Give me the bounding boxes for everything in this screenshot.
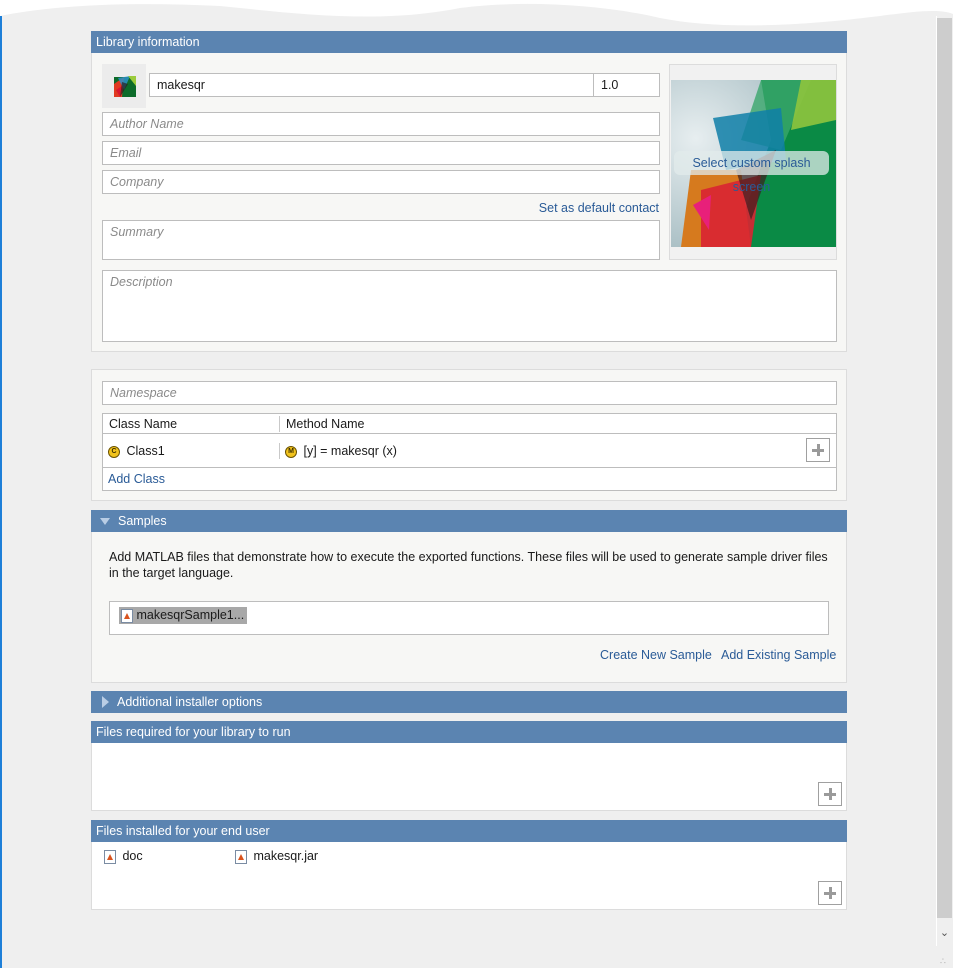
scrollbar-thumb[interactable] [937,18,952,918]
additional-installer-options-header[interactable]: Additional installer options [91,691,847,713]
add-method-button[interactable] [806,438,830,462]
author-name-input[interactable]: Author Name [102,112,660,136]
set-default-contact-link[interactable]: Set as default contact [539,201,659,215]
class-method-table: Class Name Method Name C Class1 M [y] = … [102,413,837,491]
class-definition-section: Namespace Class Name Method Name C Class… [91,369,847,501]
add-installed-file-button[interactable] [818,881,842,905]
library-information-section: Library information makesqr 1.0 Author N… [91,31,847,352]
column-header-method-name: Method Name [286,417,365,431]
samples-file-list[interactable]: makesqrSample1... [109,601,829,635]
create-new-sample-link[interactable]: Create New Sample [600,648,712,662]
files-installed-list[interactable]: doc makesqr.jar [91,842,847,910]
additional-installer-options-section: Additional installer options [91,691,847,713]
installed-file-name: doc [122,849,143,863]
expand-triangle-icon [102,695,109,708]
table-row[interactable]: C Class1 M [y] = makesqr (x) [103,434,836,468]
samples-header[interactable]: Samples [91,510,847,532]
namespace-input[interactable]: Namespace [102,381,837,405]
select-splash-screen-button[interactable]: Select custom splash screen [674,151,829,194]
files-required-section: Files required for your library to run [91,721,847,811]
torn-edge-decoration [0,0,953,26]
collapse-triangle-icon [100,518,110,526]
class-name: Class1 [126,444,165,458]
sample-file-name: makesqrSample1... [136,608,245,622]
files-installed-header: Files installed for your end user [91,820,847,842]
samples-header-label: Samples [118,514,167,528]
class-icon: C [108,445,120,458]
resize-grip-icon[interactable]: ∴ [940,955,952,967]
samples-section: Samples Add MATLAB files that demonstrat… [91,510,847,683]
library-information-header: Library information [91,31,847,53]
installed-file-item[interactable]: doc [104,849,143,864]
samples-description: Add MATLAB files that demonstrate how to… [109,550,828,580]
app-logo-icon [114,76,136,97]
description-input[interactable]: Description [102,270,837,342]
library-name-input[interactable]: makesqr [149,73,594,97]
class-cell: C Class1 [108,444,165,458]
installed-file-item[interactable]: makesqr.jar [235,849,318,864]
additional-options-label: Additional installer options [117,695,263,709]
splash-screen-area[interactable]: Select custom splash screen [669,64,837,260]
add-class-link[interactable]: Add Class [108,472,165,486]
add-required-file-button[interactable] [818,782,842,806]
column-divider [279,443,280,459]
files-required-header: Files required for your library to run [91,721,847,743]
library-icon-button[interactable] [102,64,146,108]
column-divider[interactable] [279,416,280,432]
add-existing-sample-link[interactable]: Add Existing Sample [721,648,836,662]
company-input[interactable]: Company [102,170,660,194]
method-signature: [y] = makesqr (x) [303,444,397,458]
window-edge [0,16,2,968]
method-icon: M [285,445,297,458]
class-definition-panel: Namespace Class Name Method Name C Class… [91,369,847,501]
method-cell: M [y] = makesqr (x) [285,444,397,458]
samples-panel: Add MATLAB files that demonstrate how to… [91,532,847,683]
file-icon [235,849,247,864]
column-header-class-name: Class Name [109,417,178,431]
matlab-file-icon [121,608,133,623]
email-input[interactable]: Email [102,141,660,165]
table-header: Class Name Method Name [103,414,836,434]
files-required-list[interactable] [91,743,847,811]
installed-file-name: makesqr.jar [253,849,319,863]
summary-input[interactable]: Summary [102,220,660,260]
sample-file-item[interactable]: makesqrSample1... [119,607,248,624]
scroll-down-arrow-icon[interactable]: ⌄ [937,925,952,941]
version-input[interactable]: 1.0 [593,73,660,97]
file-icon [104,849,116,864]
library-information-panel: makesqr 1.0 Author Name Email Company Se… [91,53,847,352]
files-installed-section: Files installed for your end user doc ma… [91,820,847,910]
add-class-row: Add Class [103,468,836,490]
